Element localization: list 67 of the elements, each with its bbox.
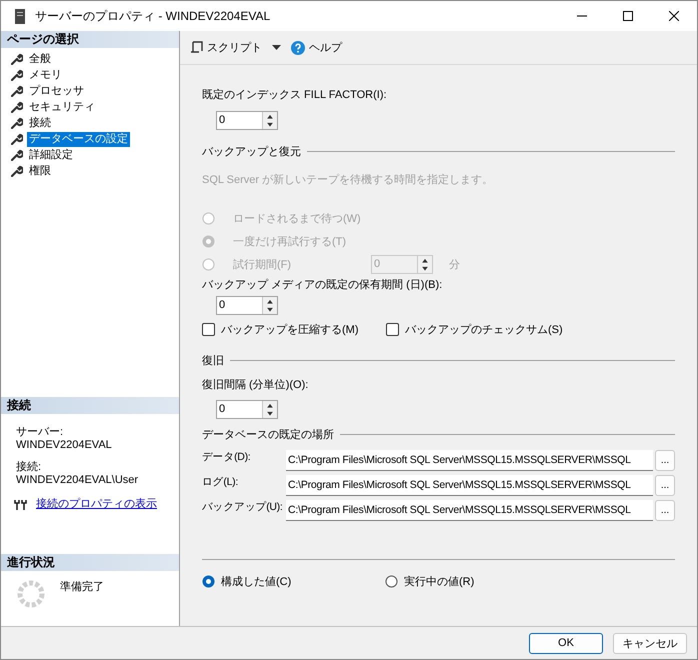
plug-icon <box>14 498 28 510</box>
wrench-icon <box>11 149 23 161</box>
wrench-icon <box>11 101 23 113</box>
section-header: 進行状況 <box>1 554 179 571</box>
browse-button[interactable]: ... <box>655 475 675 496</box>
server-value: WINDEV2204EVAL <box>16 439 113 451</box>
path-field[interactable]: C:\Program Files\Microsoft SQL Server\MSSQL15.MSSQLSERVER\MSSQL <box>286 475 653 496</box>
connection-properties-link[interactable]: 接続のプロパティの表示 <box>36 496 157 511</box>
page-item[interactable]: プロセッサ <box>27 84 86 98</box>
caret-icon <box>272 45 281 50</box>
connection-label: 接続: <box>16 460 42 474</box>
section-heading: 復旧 <box>202 354 224 368</box>
help-icon <box>291 40 305 54</box>
help-button[interactable]: ヘルプ <box>289 40 344 55</box>
dialog-button[interactable]: OK <box>529 632 603 654</box>
wrench-icon <box>11 85 23 97</box>
section-heading: データベースの既定の場所 <box>202 428 334 442</box>
page-item[interactable]: メモリ <box>27 68 64 82</box>
browse-button[interactable]: ... <box>655 500 675 521</box>
wrench-icon <box>11 117 23 129</box>
checkbox[interactable] <box>202 323 215 336</box>
page-item[interactable]: 接続 <box>27 116 53 130</box>
field-label: バックアップ(U): <box>202 500 284 514</box>
number-spinner[interactable]: 0 <box>216 400 278 419</box>
description-text: SQL Server が新しいテープを待機する時間を指定します。 <box>202 172 494 187</box>
spinner-icon <box>16 579 46 609</box>
browse-button[interactable]: ... <box>655 450 675 471</box>
field-label: バックアップ メディアの既定の保有期間 (日)(B): <box>202 278 444 292</box>
script-icon <box>190 41 203 54</box>
radio-label: ロードされるまで待つ(W) <box>233 212 362 226</box>
field-label: データ(D): <box>202 450 252 464</box>
radio-label: 一度だけ再試行する(T) <box>233 234 348 249</box>
wrench-icon <box>11 69 23 81</box>
path-field[interactable]: C:\Program Files\Microsoft SQL Server\MSSQL15.MSSQLSERVER\MSSQL <box>286 500 653 521</box>
window-title: サーバーのプロパティ - WINDEV2204EVAL <box>35 8 272 24</box>
radio-button[interactable] <box>385 575 398 588</box>
radio-label: 実行中の値(R) <box>404 574 474 589</box>
checkbox-label: バックアップを圧縮する(M) <box>221 322 358 337</box>
unit-label: 分 <box>449 258 460 272</box>
field-label: ログ(L): <box>202 475 239 489</box>
server-label: サーバー: <box>16 425 64 439</box>
number-spinner[interactable]: 0 <box>216 296 278 315</box>
page-item[interactable]: データベースの設定 <box>27 132 130 146</box>
section-heading: バックアップと復元 <box>202 144 301 159</box>
path-field[interactable]: C:\Program Files\Microsoft SQL Server\MSSQL15.MSSQLSERVER\MSSQL <box>286 450 653 471</box>
section-header: 接続 <box>1 397 179 414</box>
radio-button[interactable] <box>202 575 215 588</box>
script-button[interactable]: スクリプト <box>188 40 283 55</box>
page-item[interactable]: 詳細設定 <box>27 148 75 162</box>
radio-label: 構成した値(C) <box>221 575 292 589</box>
radio-label: 試行期間(F) <box>233 258 292 272</box>
field-label: 既定のインデックス FILL FACTOR(I): <box>202 88 388 102</box>
wrench-icon <box>11 165 23 177</box>
page-item[interactable]: 権限 <box>27 164 53 178</box>
checkbox[interactable] <box>386 323 399 336</box>
server-icon <box>15 8 25 24</box>
number-spinner[interactable]: 0 <box>216 111 278 130</box>
status-text: 準備完了 <box>60 580 104 595</box>
wrench-icon <box>11 53 23 65</box>
connection-value: WINDEV2204EVAL\User <box>16 474 140 486</box>
field-label: 復旧間隔 (分単位)(O): <box>202 378 310 392</box>
section-header: ページの選択 <box>1 31 179 48</box>
checkbox-label: バックアップのチェックサム(S) <box>405 322 563 337</box>
dialog-button[interactable]: キャンセル <box>613 632 687 654</box>
page-item[interactable]: セキュリティ <box>27 100 97 114</box>
wrench-icon <box>11 133 23 145</box>
page-item[interactable]: 全般 <box>27 52 53 66</box>
